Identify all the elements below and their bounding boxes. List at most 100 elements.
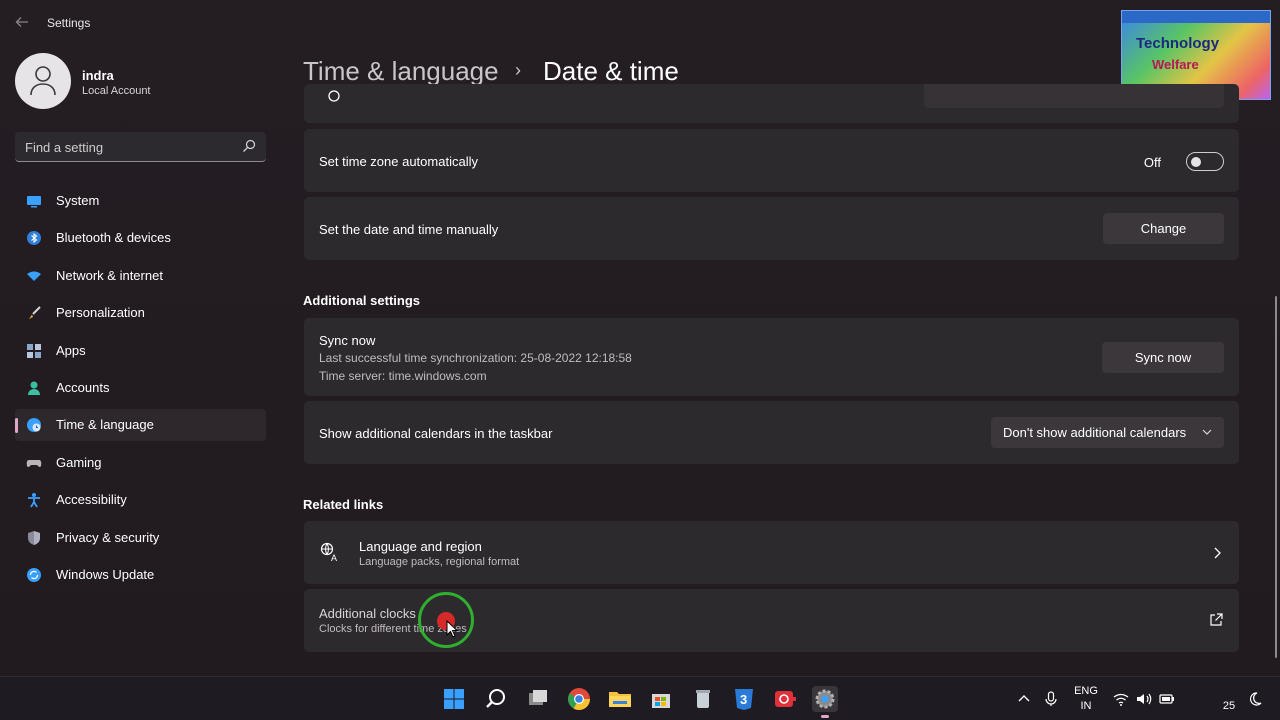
search-box[interactable] <box>15 132 266 162</box>
clock-icon <box>328 90 340 102</box>
calendars-dropdown[interactable]: Don't show additional calendars <box>991 417 1224 448</box>
file-explorer-app[interactable] <box>607 686 633 712</box>
accessibility-icon <box>28 493 40 508</box>
search-icon <box>486 689 505 708</box>
language-indicator-line1[interactable]: ENG <box>1072 685 1100 697</box>
sidebar-item-accessibility[interactable]: Accessibility <box>15 484 266 516</box>
active-app-indicator <box>821 715 829 718</box>
store-icon <box>652 694 670 708</box>
watermark-titlebar <box>1122 11 1270 23</box>
timezone-toggle-state: Off <box>1143 155 1161 170</box>
microphone-icon[interactable] <box>1043 691 1059 707</box>
media-icon <box>775 691 796 707</box>
sidebar-item-system[interactable]: System <box>15 185 266 217</box>
additional-calendars-row: Show additional calendars in the taskbar… <box>304 401 1239 464</box>
focus-moon-icon[interactable] <box>1247 691 1263 707</box>
media-app[interactable] <box>772 686 798 712</box>
sidebar-item-label: Personalization <box>56 305 145 320</box>
additional-clocks-label: Additional clocks <box>319 606 416 621</box>
manual-datetime-label: Set the date and time manually <box>319 222 499 237</box>
page-title: Date & time <box>543 56 679 86</box>
additional-calendars-label: Show additional calendars in the taskbar <box>319 426 553 441</box>
sync-now-label: Sync now <box>319 333 376 348</box>
sidebar-item-gaming[interactable]: Gaming <box>15 447 266 479</box>
sidebar-item-label: Apps <box>56 343 86 358</box>
search-icon[interactable] <box>242 139 256 153</box>
svg-text:3: 3 <box>740 692 747 707</box>
app-title: Settings <box>47 16 91 30</box>
settings-app[interactable] <box>812 686 838 718</box>
user-name: indra <box>82 68 114 83</box>
sidebar-item-label: Privacy & security <box>56 530 160 545</box>
back-button[interactable] <box>10 10 34 34</box>
sidebar-item-time-language[interactable]: Time & language <box>15 409 266 441</box>
sidebar-item-windows-update[interactable]: Windows Update <box>15 559 266 591</box>
bluetooth-icon <box>27 231 41 245</box>
task-view-button[interactable] <box>525 686 551 712</box>
watermark-line1: Technology <box>1136 35 1220 52</box>
sidebar-item-label: Network & internet <box>56 268 163 283</box>
calendars-dropdown-value: Don't show additional calendars <box>1003 425 1187 440</box>
recycle-app[interactable] <box>690 686 716 712</box>
store-app[interactable] <box>648 686 674 712</box>
change-button[interactable]: Change <box>1103 213 1224 244</box>
css3-app[interactable]: 3 <box>731 686 757 712</box>
update-icon <box>27 568 41 582</box>
sidebar-item-label: Gaming <box>56 455 102 470</box>
task-view-icon <box>529 690 547 705</box>
chevron-right-icon <box>1214 547 1221 559</box>
partially-hidden-card <box>304 84 1239 123</box>
title-bar: Settings <box>0 0 1100 44</box>
globe-clock-icon <box>27 418 41 432</box>
sidebar-item-network[interactable]: Network & internet <box>15 260 266 292</box>
chrome-app[interactable] <box>566 686 592 712</box>
svg-text:A: A <box>331 553 337 562</box>
scrollbar[interactable] <box>1275 296 1277 658</box>
chrome-icon <box>568 688 590 710</box>
last-sync-text: Last successful time synchronization: 25… <box>319 351 632 365</box>
controller-icon <box>26 460 42 467</box>
brush-icon <box>29 306 41 319</box>
sidebar-item-label: Accounts <box>56 380 110 395</box>
sidebar-item-accounts[interactable]: Accounts <box>15 372 266 404</box>
language-indicator-line2[interactable]: IN <box>1072 700 1100 712</box>
related-links-heading: Related links <box>303 497 384 512</box>
settings-window: Settings Technology Welfare indra Local … <box>0 0 1280 676</box>
sync-now-button[interactable]: Sync now <box>1102 342 1224 373</box>
search-input[interactable] <box>25 138 235 156</box>
watermark-line2: Welfare <box>1152 57 1199 72</box>
wifi-icon[interactable] <box>1113 691 1129 707</box>
partially-hidden-control[interactable] <box>924 84 1224 108</box>
sidebar-item-apps[interactable]: Apps <box>15 335 266 367</box>
avatar[interactable] <box>15 53 71 109</box>
timezone-auto-toggle[interactable] <box>1186 152 1224 171</box>
apps-icon <box>27 344 41 358</box>
sidebar-item-privacy[interactable]: Privacy & security <box>15 522 266 554</box>
battery-icon[interactable] <box>1159 691 1175 707</box>
language-region-label: Language and region <box>359 539 482 554</box>
speaker-icon[interactable] <box>1136 691 1152 707</box>
external-link-icon <box>1210 613 1223 626</box>
timezone-auto-row: Set time zone automatically Off <box>304 129 1239 192</box>
taskbar: 3 ENG IN 25 <box>0 676 1280 720</box>
clock-fragment[interactable]: 25 <box>1219 700 1239 712</box>
additional-settings-heading: Additional settings <box>303 293 420 308</box>
toggle-knob <box>1191 157 1201 167</box>
breadcrumb-parent[interactable]: Time & language <box>303 56 499 87</box>
gear-icon <box>815 689 835 709</box>
language-region-link[interactable]: A Language and region Language packs, re… <box>304 521 1239 584</box>
active-indicator <box>15 418 18 433</box>
taskbar-search-button[interactable] <box>483 686 509 712</box>
manual-datetime-row: Set the date and time manually Change <box>304 197 1239 260</box>
sidebar-item-label: Accessibility <box>56 492 127 507</box>
sync-now-row: Sync now Last successful time synchroniz… <box>304 318 1239 396</box>
windows-logo-icon <box>444 689 464 709</box>
chevron-up-icon[interactable] <box>1016 691 1032 707</box>
start-button[interactable] <box>441 686 467 712</box>
language-region-sub: Language packs, regional format <box>359 556 520 568</box>
time-server-text: Time server: time.windows.com <box>319 369 487 383</box>
shield-icon <box>28 531 40 545</box>
sidebar-item-bluetooth[interactable]: Bluetooth & devices <box>15 222 266 254</box>
sidebar-item-personalization[interactable]: Personalization <box>15 297 266 329</box>
breadcrumb-separator: › <box>515 60 521 80</box>
